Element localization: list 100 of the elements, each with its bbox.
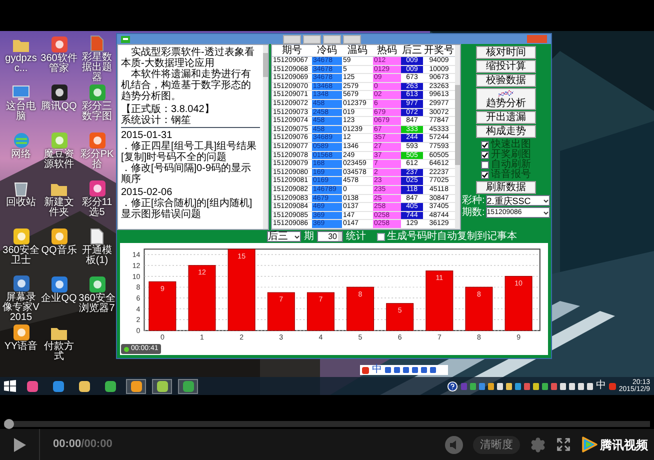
fullscreen-icon[interactable] [556, 437, 571, 452]
bar [346, 286, 374, 331]
app-icon[interactable] [50, 84, 68, 101]
desktop-icon-label[interactable]: 彩分11选5 [78, 198, 116, 218]
volume-icon[interactable] [445, 436, 463, 454]
bar [148, 281, 176, 331]
action-button[interactable]: 核对时间 [476, 46, 536, 59]
taskbar-app-icon[interactable] [126, 378, 146, 394]
brand-name: 腾讯视频 [600, 438, 648, 452]
line-chart-icon [496, 89, 516, 98]
app-icon[interactable] [12, 275, 30, 292]
desktop-icon-label[interactable]: 彩星数据出题器 [78, 53, 116, 83]
tick-label: 2 [136, 316, 140, 324]
checkbox[interactable] [377, 232, 385, 240]
column-header[interactable]: 期号 [272, 45, 312, 56]
tick-label: 4 [136, 305, 140, 314]
bar [267, 292, 295, 331]
column-header[interactable]: 开奖号 [423, 45, 455, 56]
tick-label: 8 [477, 334, 481, 342]
periods-label: 期 [304, 231, 314, 242]
recycle-bin-icon[interactable] [14, 180, 28, 197]
version-text: 【正式版：3.8.042】 [121, 104, 216, 115]
checkbox[interactable] [481, 141, 489, 149]
desktop-icon-label[interactable]: 企业QQ [41, 294, 77, 304]
column-header[interactable]: 后三 [401, 45, 423, 56]
scrollbar[interactable] [455, 45, 460, 229]
monitor-icon[interactable] [12, 85, 30, 101]
desktop-icon-label[interactable]: QQ音乐 [41, 246, 77, 256]
folder-icon[interactable] [50, 181, 68, 197]
duration: /00:00 [81, 437, 112, 452]
desktop-icon-label[interactable]: 360安全卫士 [2, 246, 40, 266]
scrollbar[interactable] [263, 45, 268, 229]
desktop-icon-label[interactable]: 付款方式 [40, 342, 78, 362]
desktop-icon-label[interactable]: 360软件管家 [40, 54, 78, 74]
action-button[interactable]: 缩投计算 [476, 60, 536, 73]
bar-value-label: 8 [477, 290, 481, 298]
stat-button[interactable]: 统计 [346, 231, 366, 242]
tick-label: 4 [318, 334, 323, 342]
changelog-date: 2015-01-31 [121, 130, 174, 141]
changelog-item: ．修正[综合随机]的[组内随机]显示图形错误问题 [121, 198, 254, 220]
desktop-icon-label[interactable]: YY语音 [4, 342, 38, 352]
quality-button[interactable]: 清晰度 [473, 436, 520, 454]
taskbar-app-icon[interactable] [178, 378, 198, 394]
checkbox[interactable] [481, 161, 489, 169]
tray-language[interactable]: 中 [596, 381, 606, 391]
document-icon[interactable] [90, 228, 104, 245]
desktop-icon-label[interactable]: 彩分三数字图 [78, 102, 116, 122]
taskbar-app-icon[interactable] [152, 378, 172, 394]
app-icon[interactable] [12, 324, 30, 341]
checkbox[interactable] [481, 151, 489, 159]
app-icon[interactable] [12, 228, 30, 245]
refresh-button[interactable]: 刷新数据 [476, 181, 536, 194]
desktop-icon-label[interactable]: 开通模板(1) [78, 246, 116, 266]
play-icon[interactable] [12, 436, 26, 452]
checkbox[interactable] [481, 171, 489, 179]
lottery-select[interactable]: 2.重庆SSC [486, 195, 550, 206]
column-header[interactable]: 热码 [373, 45, 401, 56]
action-button[interactable]: 校验数据 [476, 74, 536, 87]
desktop-icon-label[interactable]: 360安全浏览器7 [78, 294, 116, 314]
position-select[interactable]: 后三 [267, 231, 301, 242]
tick-label: 6 [398, 334, 402, 342]
ime-tray-icon[interactable] [608, 382, 616, 390]
bar [465, 286, 493, 331]
progress-handle[interactable] [4, 419, 14, 429]
checkbox-label: 自动刷新 [491, 160, 531, 170]
tick-label: 10 [132, 272, 140, 281]
bar [306, 292, 334, 331]
app-icon[interactable] [50, 276, 68, 293]
periods-spinbox[interactable]: 30 [317, 231, 343, 242]
desktop-icon-label[interactable]: 屏幕录像专家V2015 [2, 293, 40, 323]
tick-label: 0 [160, 334, 164, 342]
notes-paragraph: 实战型彩票软件-透过表象看本质-大数据理论应用 [121, 47, 256, 69]
windows-logo-icon[interactable] [4, 380, 16, 392]
folder-icon[interactable] [50, 325, 68, 341]
desktop-icon-label[interactable]: gydpzsc... [2, 54, 40, 74]
tick-label: 5 [358, 334, 362, 342]
checkbox-label: 生成号码时自动复制到记事本 [387, 231, 517, 242]
action-button[interactable]: 开出遗漏 [476, 111, 536, 124]
action-button[interactable]: 构成走势 [476, 125, 536, 138]
bar-value-label: 11 [436, 274, 444, 282]
brand-logo-icon [581, 436, 598, 453]
settings-icon[interactable] [530, 436, 546, 452]
help-icon[interactable] [446, 380, 458, 392]
bar-value-label: 12 [198, 268, 206, 277]
ime-language[interactable]: 中 [372, 365, 382, 375]
trend-button[interactable]: 趋势分析 [476, 88, 536, 110]
tick-label: 12 [132, 262, 140, 270]
checkbox-label: 语音报号 [491, 170, 531, 180]
column-header[interactable]: 冷码 [312, 45, 342, 56]
desktop-icon-label[interactable]: 腾讯QQ [41, 102, 77, 112]
bar [426, 270, 454, 331]
app-icon[interactable] [50, 228, 68, 245]
caret-icon [294, 234, 300, 240]
app-icon[interactable] [88, 180, 106, 197]
app-icon[interactable] [88, 276, 106, 293]
tick-label: 14 [132, 251, 140, 260]
column-header[interactable]: 温码 [342, 45, 373, 56]
desktop-icon-label[interactable]: 回收站 [6, 198, 36, 208]
desktop-icon-label[interactable]: 新建文件夹 [40, 198, 78, 218]
desktop-icon-label[interactable]: 这台电脑 [2, 102, 40, 122]
